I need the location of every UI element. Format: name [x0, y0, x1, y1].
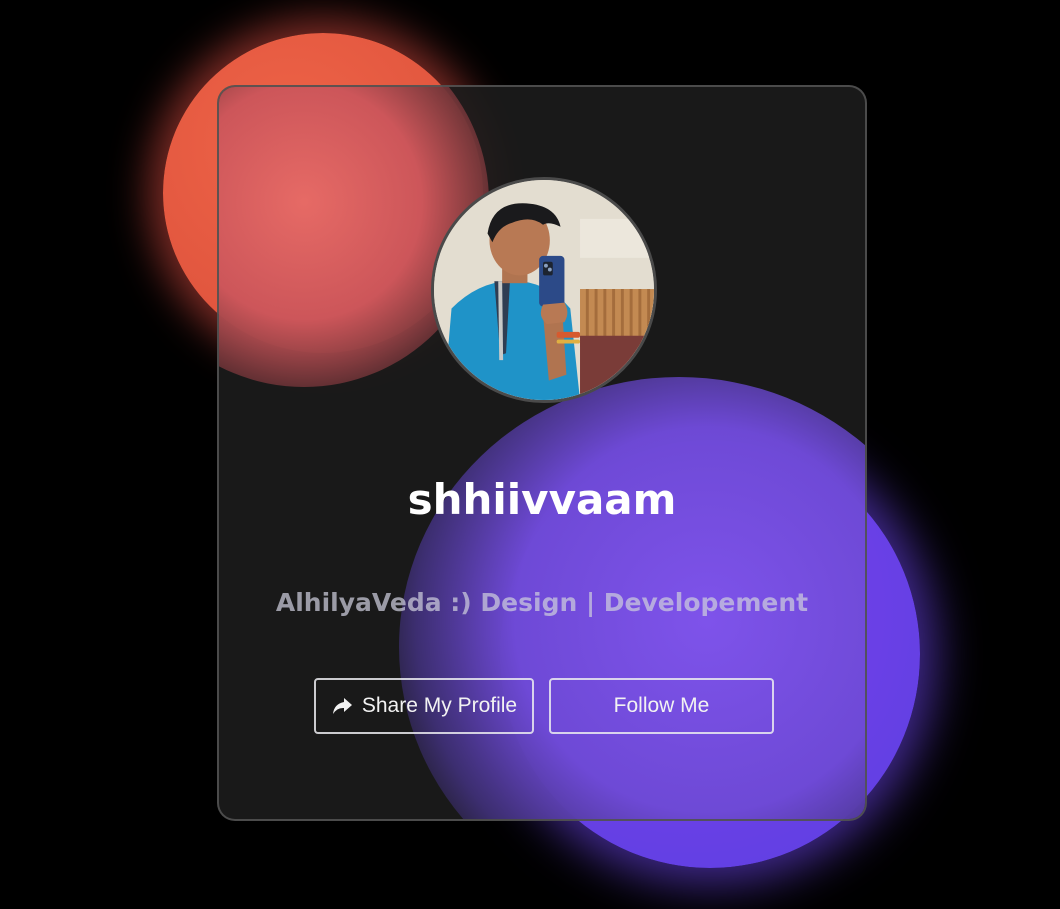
profile-page: shhiivvaam AlhilyaVeda :) Design | Devel…: [0, 0, 1060, 909]
avatar-photo: [434, 180, 654, 400]
share-icon: [332, 698, 352, 714]
share-profile-button[interactable]: Share My Profile: [314, 678, 534, 734]
avatar: [431, 177, 657, 403]
profile-card: shhiivvaam AlhilyaVeda :) Design | Devel…: [217, 85, 867, 821]
follow-label: Follow Me: [613, 694, 710, 717]
share-profile-label: Share My Profile: [361, 694, 518, 717]
follow-button[interactable]: Follow Me: [549, 678, 774, 734]
profile-name: shhiivvaam: [407, 475, 677, 524]
profile-tagline: AlhilyaVeda :) Design | Developement: [275, 588, 809, 617]
